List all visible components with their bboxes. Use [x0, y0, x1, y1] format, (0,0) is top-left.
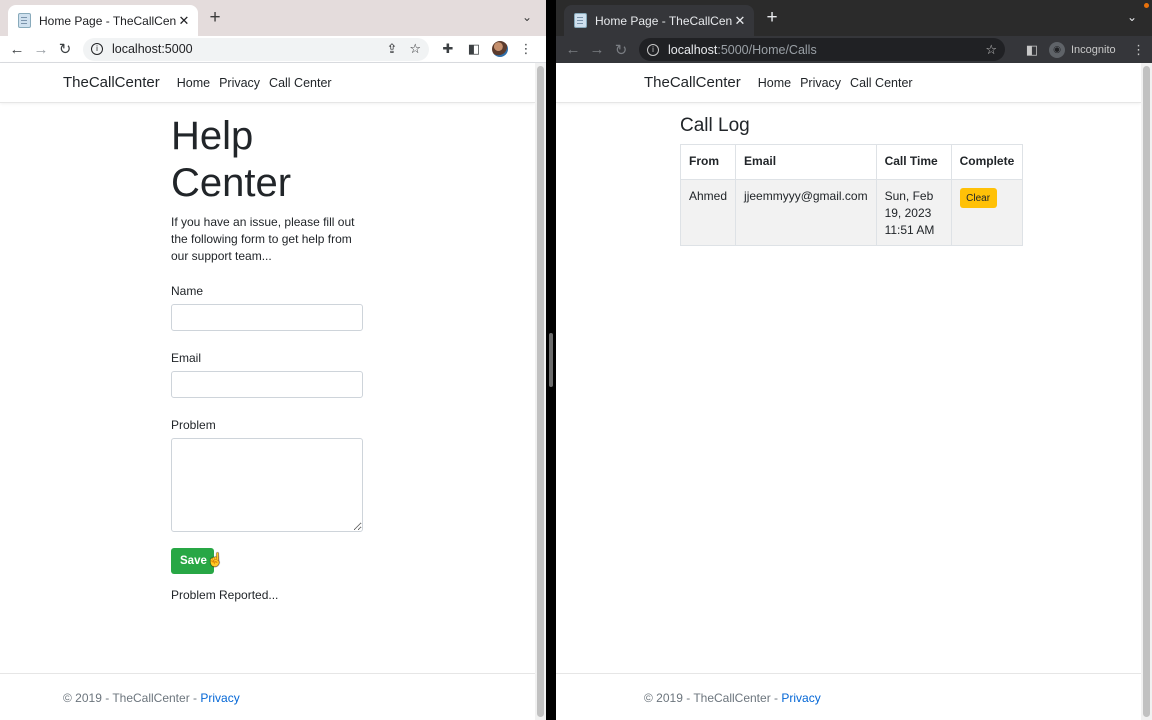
address-url: localhost:5000/Home/Calls — [668, 43, 973, 57]
kebab-menu-icon[interactable]: ⋮ — [1126, 42, 1152, 58]
close-tab-icon[interactable]: ✕ — [176, 13, 192, 29]
back-arrow-icon[interactable]: ← — [561, 38, 585, 62]
form-intro: If you have an issue, please fill out th… — [171, 215, 355, 263]
cell-email: jjeemmyyy@gmail.com — [735, 179, 877, 246]
address-host: localhost — [668, 42, 718, 57]
tab-title: Home Page - TheCallCenter — [39, 13, 176, 28]
tab-search-chevron-icon[interactable]: ⌄ — [1127, 10, 1137, 24]
nav-link-call-center[interactable]: Call Center — [269, 76, 332, 90]
page-viewport: TheCallCenter Home Privacy Call Center H… — [0, 63, 535, 720]
cell-from: Ahmed — [679, 179, 737, 246]
reload-icon[interactable]: ↻ — [609, 38, 633, 62]
browser-toolbar: ← → ↻ i localhost:5000/Home/Calls ☆ ◧ ◉ I… — [556, 36, 1152, 63]
footer-privacy-link[interactable]: Privacy — [781, 691, 820, 705]
email-label: Email — [171, 351, 202, 365]
scrollbar-thumb[interactable] — [1143, 66, 1150, 717]
forward-arrow-icon[interactable]: → — [29, 37, 53, 61]
nav-link-home[interactable]: Home — [177, 76, 210, 90]
bookmark-star-icon[interactable]: ☆ — [409, 41, 421, 57]
page-scrollbar[interactable] — [1141, 63, 1152, 720]
hand-cursor-icon: ☝ — [207, 552, 224, 567]
site-footer: © 2019 - TheCallCenter - Privacy — [556, 673, 1141, 720]
page-favicon-icon — [18, 13, 31, 28]
site-navbar: TheCallCenter Home Privacy Call Center — [0, 63, 535, 103]
cell-call-time: Sun, Feb 19, 2023 11:51 AM — [875, 179, 952, 246]
save-button-label: Save — [180, 555, 207, 567]
call-time-line: 19, 2023 — [884, 206, 932, 220]
problem-textarea[interactable] — [171, 438, 363, 532]
site-info-icon[interactable]: i — [91, 43, 103, 55]
status-message: Problem Reported... — [171, 588, 279, 602]
share-icon[interactable]: ⇪ — [386, 41, 397, 57]
column-header-email: Email — [735, 144, 877, 180]
site-brand[interactable]: TheCallCenter — [63, 74, 160, 91]
site-footer: © 2019 - TheCallCenter - Privacy — [0, 673, 535, 720]
table-row: Ahmed jjeemmyyy@gmail.com Sun, Feb 19, 2… — [679, 179, 1024, 246]
address-bar[interactable]: i localhost:5000/Home/Calls ☆ — [639, 38, 1005, 61]
site-brand[interactable]: TheCallCenter — [644, 74, 741, 91]
site-navbar: TheCallCenter Home Privacy Call Center — [556, 63, 1141, 103]
address-url: localhost:5000 — [112, 42, 193, 56]
tab-strip: Home Page - TheCallCenter ✕ + ⌄ — [556, 0, 1152, 36]
page-scrollbar[interactable] — [535, 63, 546, 720]
nav-link-privacy[interactable]: Privacy — [800, 76, 841, 90]
new-tab-icon[interactable]: + — [206, 8, 224, 27]
browser-window-right: Home Page - TheCallCenter ✕ + ⌄ ← → ↻ i … — [556, 0, 1152, 720]
name-label: Name — [171, 284, 204, 298]
site-info-icon[interactable]: i — [647, 43, 659, 56]
incognito-indicator[interactable]: ◉ Incognito — [1049, 41, 1116, 58]
profile-avatar[interactable] — [492, 41, 508, 57]
bookmark-star-icon[interactable]: ☆ — [985, 42, 997, 58]
page-favicon-icon — [574, 13, 587, 28]
email-input[interactable] — [171, 371, 363, 398]
nav-link-call-center[interactable]: Call Center — [850, 76, 913, 90]
tab-strip: Home Page - TheCallCenter ✕ + ⌄ — [0, 0, 546, 36]
footer-copyright: © 2019 - TheCallCenter - — [63, 691, 201, 705]
name-input[interactable] — [171, 304, 363, 331]
browser-window-left: Home Page - TheCallCenter ✕ + ⌄ ← → ↻ i … — [0, 0, 546, 720]
call-time-line: 11:51 AM — [884, 223, 935, 237]
footer-copyright: © 2019 - TheCallCenter - — [644, 691, 782, 705]
kebab-menu-icon[interactable]: ⋮ — [513, 41, 539, 57]
table-header-row: From Email Call Time Complete — [679, 144, 1024, 180]
update-indicator-icon — [1144, 3, 1149, 8]
forward-arrow-icon[interactable]: → — [585, 38, 609, 62]
page-title: Help Center — [171, 114, 292, 205]
tab-search-chevron-icon[interactable]: ⌄ — [522, 10, 532, 24]
call-log-title: Call Log — [680, 115, 750, 136]
close-tab-icon[interactable]: ✕ — [732, 13, 748, 29]
help-center-form: Help Center If you have an issue, please… — [171, 113, 371, 602]
incognito-label: Incognito — [1071, 43, 1116, 56]
footer-privacy-link[interactable]: Privacy — [200, 691, 239, 705]
nav-link-privacy[interactable]: Privacy — [219, 76, 260, 90]
call-time-line: Sun, Feb — [884, 189, 934, 203]
browser-tab[interactable]: Home Page - TheCallCenter ✕ — [564, 5, 754, 36]
save-button[interactable]: Save ☝ — [171, 548, 223, 574]
back-arrow-icon[interactable]: ← — [5, 37, 29, 61]
address-bar[interactable]: i localhost:5000 ⇪ ☆ — [83, 37, 429, 61]
browser-tab[interactable]: Home Page - TheCallCenter ✕ — [8, 5, 198, 36]
nav-link-home[interactable]: Home — [758, 76, 791, 90]
browser-toolbar: ← → ↻ i localhost:5000 ⇪ ☆ ✚ ◧ ⋮ — [0, 36, 546, 63]
column-header-complete: Complete — [950, 144, 1024, 180]
problem-label: Problem — [171, 418, 216, 432]
address-path: :5000/Home/Calls — [717, 42, 817, 57]
cell-complete: Clear — [950, 179, 1024, 246]
clear-button[interactable]: Clear — [959, 188, 997, 208]
split-resize-handle[interactable] — [549, 333, 553, 387]
side-panel-icon[interactable]: ◧ — [461, 41, 487, 57]
page-viewport: TheCallCenter Home Privacy Call Center C… — [556, 63, 1141, 720]
tab-title: Home Page - TheCallCenter — [595, 13, 732, 28]
incognito-icon: ◉ — [1049, 41, 1065, 58]
call-log-table: From Email Call Time Complete Ahmed jjee… — [679, 144, 1024, 246]
column-header-call-time: Call Time — [875, 144, 952, 180]
column-header-from: From — [679, 144, 737, 180]
reload-icon[interactable]: ↻ — [53, 37, 77, 61]
scrollbar-thumb[interactable] — [537, 66, 544, 717]
extensions-puzzle-icon[interactable]: ✚ — [435, 41, 461, 57]
call-log-section: Call Log From Email Call Time Complete A… — [679, 115, 1024, 246]
new-tab-icon[interactable]: + — [763, 8, 781, 27]
side-panel-icon[interactable]: ◧ — [1019, 42, 1045, 58]
